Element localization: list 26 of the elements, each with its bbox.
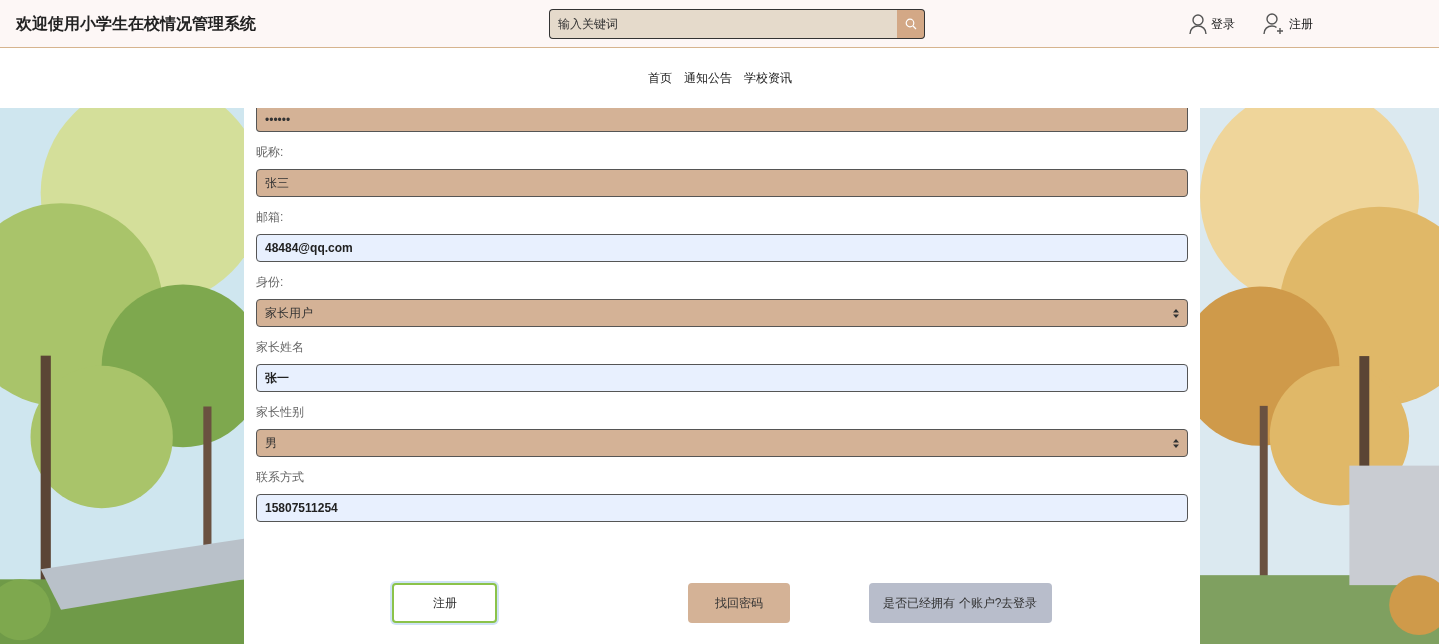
login-link[interactable]: 登录 (1189, 12, 1235, 35)
nav-link[interactable]: 学校资讯 (743, 69, 792, 87)
input-field[interactable]: 张一 (256, 364, 1188, 392)
register-link[interactable]: 注册 (1263, 12, 1313, 35)
recover-password-button[interactable]: 找回密码 (688, 583, 790, 623)
nav-link[interactable]: 通知公告 (683, 69, 732, 87)
field-label: 身份: (256, 274, 285, 290)
field-label: 邮箱: (256, 209, 285, 225)
add-user-icon (1263, 12, 1285, 35)
field-label: 联系方式 (256, 469, 305, 485)
select-field[interactable]: 家长用户 (256, 299, 1188, 327)
site-title: 欢迎使用小学生在校情况管理系统 (16, 13, 257, 34)
user-icon (1189, 13, 1207, 34)
field-label: 昵称: (256, 144, 285, 160)
nav-link[interactable]: 首页 (647, 69, 672, 87)
field-label: 家长姓名 (256, 339, 305, 355)
go-login-button[interactable]: 是否已经拥有 个账户?去登录 (869, 583, 1052, 623)
input-field[interactable]: 张三 (256, 169, 1188, 197)
field-label: 家长性别 (256, 404, 305, 420)
register-button[interactable]: 注册 (392, 583, 497, 623)
select-arrows-icon (1173, 438, 1179, 448)
input-field[interactable]: 48484@qq.com (256, 234, 1188, 262)
password-field[interactable]: •••••• (256, 108, 1188, 132)
select-arrows-icon (1173, 308, 1179, 318)
select-field[interactable]: 男 (256, 429, 1188, 457)
input-field[interactable]: 15807511254 (256, 494, 1188, 522)
